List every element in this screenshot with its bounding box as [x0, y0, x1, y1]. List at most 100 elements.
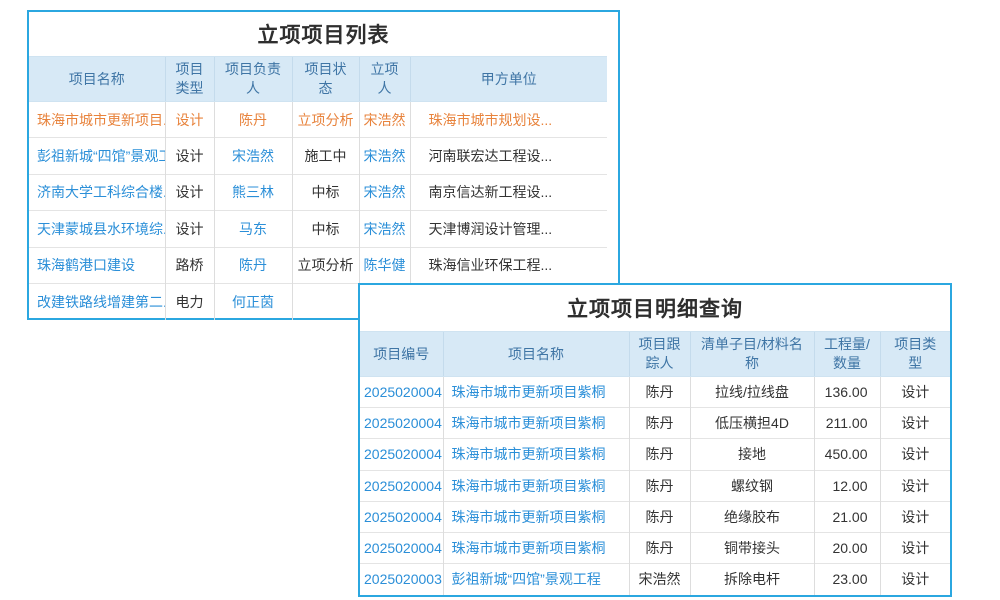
tracker-cell: 陈丹	[629, 470, 690, 501]
project-list-header-row: 项目名称 项目类型 项目负责人 项目状态 立项人 甲方单位	[29, 57, 607, 102]
project-type-cell: 设计	[165, 102, 214, 138]
material-cell: 拉线/拉线盘	[690, 377, 814, 408]
project-manager-link[interactable]: 陈丹	[214, 102, 292, 138]
table-row[interactable]: 济南大学工科综合楼... 设计 熊三林 中标 宋浩然 南京信达新工程设...	[29, 174, 607, 210]
project-name-link[interactable]: 改建铁路线增建第二...	[29, 283, 165, 319]
project-status-cell: 立项分析	[292, 247, 359, 283]
project-name-link[interactable]: 珠海市城市更新项目紫桐	[443, 439, 629, 470]
table-row[interactable]: 天津蒙城县水环境综... 设计 马东 中标 宋浩然 天津博润设计管理...	[29, 211, 607, 247]
project-name-link[interactable]: 珠海鹤港口建设	[29, 247, 165, 283]
table-row[interactable]: 彭祖新城“四馆”景观工... 设计 宋浩然 施工中 宋浩然 河南联宏达工程设..…	[29, 138, 607, 174]
project-code-link[interactable]: 2025020004	[360, 408, 443, 439]
column-header-project-name: 项目名称	[443, 332, 629, 377]
project-list-table: 项目名称 项目类型 项目负责人 项目状态 立项人 甲方单位 珠海市城市更新项目.…	[29, 56, 607, 320]
quantity-cell: 20.00	[814, 532, 880, 563]
project-manager-link[interactable]: 熊三林	[214, 174, 292, 210]
table-row[interactable]: 珠海鹤港口建设 路桥 陈丹 立项分析 陈华健 珠海信业环保工程...	[29, 247, 607, 283]
tracker-cell: 陈丹	[629, 501, 690, 532]
table-row-selected[interactable]: 珠海市城市更新项目... 设计 陈丹 立项分析 宋浩然 珠海市城市规划设...	[29, 102, 607, 138]
project-name-link[interactable]: 珠海市城市更新项目紫桐	[443, 408, 629, 439]
column-header-client-unit: 甲方单位	[410, 57, 607, 102]
table-row[interactable]: 2025020003 彭祖新城“四馆”景观工程 宋浩然 拆除电杆 23.00 设…	[360, 564, 950, 595]
project-code-link[interactable]: 2025020004	[360, 532, 443, 563]
client-unit-cell: 河南联宏达工程设...	[410, 138, 607, 174]
column-header-project-type: 项目类型	[165, 57, 214, 102]
project-type-cell: 路桥	[165, 247, 214, 283]
project-type-cell: 设计	[165, 138, 214, 174]
tracker-cell: 宋浩然	[629, 564, 690, 595]
material-cell: 低压横担4D	[690, 408, 814, 439]
project-type-cell: 设计	[880, 501, 950, 532]
column-header-quantity: 工程量/数量	[814, 332, 880, 377]
column-header-tracker: 项目跟踪人	[629, 332, 690, 377]
project-type-cell: 设计	[165, 174, 214, 210]
tracker-cell: 陈丹	[629, 532, 690, 563]
project-name-link[interactable]: 珠海市城市更新项目紫桐	[443, 532, 629, 563]
column-header-project-code: 项目编号	[360, 332, 443, 377]
project-list-title: 立项项目列表	[29, 12, 618, 56]
project-status-cell: 中标	[292, 174, 359, 210]
project-detail-panel: 立项项目明细查询 项目编号 项目名称 项目跟踪人 清单子目/材料名称 工程量/数…	[358, 283, 952, 597]
table-row[interactable]: 2025020004 珠海市城市更新项目紫桐 陈丹 低压横担4D 211.00 …	[360, 408, 950, 439]
material-cell: 螺纹钢	[690, 470, 814, 501]
project-detail-header-row: 项目编号 项目名称 项目跟踪人 清单子目/材料名称 工程量/数量 项目类型	[360, 332, 950, 377]
project-code-link[interactable]: 2025020004	[360, 439, 443, 470]
material-cell: 拆除电杆	[690, 564, 814, 595]
quantity-cell: 23.00	[814, 564, 880, 595]
quantity-cell: 211.00	[814, 408, 880, 439]
initiator-link[interactable]: 宋浩然	[359, 102, 410, 138]
quantity-cell: 450.00	[814, 439, 880, 470]
tracker-cell: 陈丹	[629, 408, 690, 439]
project-manager-link[interactable]: 何正茵	[214, 283, 292, 319]
project-type-cell: 电力	[165, 283, 214, 319]
project-name-link[interactable]: 珠海市城市更新项目...	[29, 102, 165, 138]
project-name-link[interactable]: 天津蒙城县水环境综...	[29, 211, 165, 247]
project-detail-title: 立项项目明细查询	[360, 285, 950, 331]
column-header-project-name: 项目名称	[29, 57, 165, 102]
initiator-link[interactable]: 宋浩然	[359, 174, 410, 210]
project-manager-link[interactable]: 陈丹	[214, 247, 292, 283]
tracker-cell: 陈丹	[629, 439, 690, 470]
project-code-link[interactable]: 2025020004	[360, 501, 443, 532]
table-row[interactable]: 2025020004 珠海市城市更新项目紫桐 陈丹 接地 450.00 设计	[360, 439, 950, 470]
column-header-project-status: 项目状态	[292, 57, 359, 102]
column-header-project-manager: 项目负责人	[214, 57, 292, 102]
project-status-cell: 立项分析	[292, 102, 359, 138]
project-name-link[interactable]: 珠海市城市更新项目紫桐	[443, 501, 629, 532]
client-unit-cell: 珠海信业环保工程...	[410, 247, 607, 283]
project-type-cell: 设计	[165, 211, 214, 247]
project-type-cell: 设计	[880, 470, 950, 501]
project-status-cell: 中标	[292, 211, 359, 247]
project-detail-table: 项目编号 项目名称 项目跟踪人 清单子目/材料名称 工程量/数量 项目类型 20…	[360, 331, 950, 595]
client-unit-cell: 珠海市城市规划设...	[410, 102, 607, 138]
quantity-cell: 12.00	[814, 470, 880, 501]
table-row[interactable]: 2025020004 珠海市城市更新项目紫桐 陈丹 拉线/拉线盘 136.00 …	[360, 377, 950, 408]
initiator-link[interactable]: 宋浩然	[359, 138, 410, 174]
project-code-link[interactable]: 2025020004	[360, 377, 443, 408]
column-header-initiator: 立项人	[359, 57, 410, 102]
project-name-link[interactable]: 彭祖新城“四馆”景观工程	[443, 564, 629, 595]
project-type-cell: 设计	[880, 532, 950, 563]
table-row[interactable]: 2025020004 珠海市城市更新项目紫桐 陈丹 铜带接头 20.00 设计	[360, 532, 950, 563]
project-code-link[interactable]: 2025020003	[360, 564, 443, 595]
project-type-cell: 设计	[880, 408, 950, 439]
tracker-cell: 陈丹	[629, 377, 690, 408]
table-row[interactable]: 2025020004 珠海市城市更新项目紫桐 陈丹 螺纹钢 12.00 设计	[360, 470, 950, 501]
project-manager-link[interactable]: 马东	[214, 211, 292, 247]
table-row[interactable]: 2025020004 珠海市城市更新项目紫桐 陈丹 绝缘胶布 21.00 设计	[360, 501, 950, 532]
project-type-cell: 设计	[880, 377, 950, 408]
project-name-link[interactable]: 济南大学工科综合楼...	[29, 174, 165, 210]
project-list-panel: 立项项目列表 项目名称 项目类型 项目负责人 项目状态 立项人 甲方单位 珠海市…	[27, 10, 620, 320]
project-name-link[interactable]: 珠海市城市更新项目紫桐	[443, 470, 629, 501]
project-name-link[interactable]: 彭祖新城“四馆”景观工...	[29, 138, 165, 174]
initiator-link[interactable]: 陈华健	[359, 247, 410, 283]
material-cell: 绝缘胶布	[690, 501, 814, 532]
project-name-link[interactable]: 珠海市城市更新项目紫桐	[443, 377, 629, 408]
project-manager-link[interactable]: 宋浩然	[214, 138, 292, 174]
project-type-cell: 设计	[880, 439, 950, 470]
initiator-link[interactable]: 宋浩然	[359, 211, 410, 247]
client-unit-cell: 南京信达新工程设...	[410, 174, 607, 210]
material-cell: 铜带接头	[690, 532, 814, 563]
project-code-link[interactable]: 2025020004	[360, 470, 443, 501]
material-cell: 接地	[690, 439, 814, 470]
